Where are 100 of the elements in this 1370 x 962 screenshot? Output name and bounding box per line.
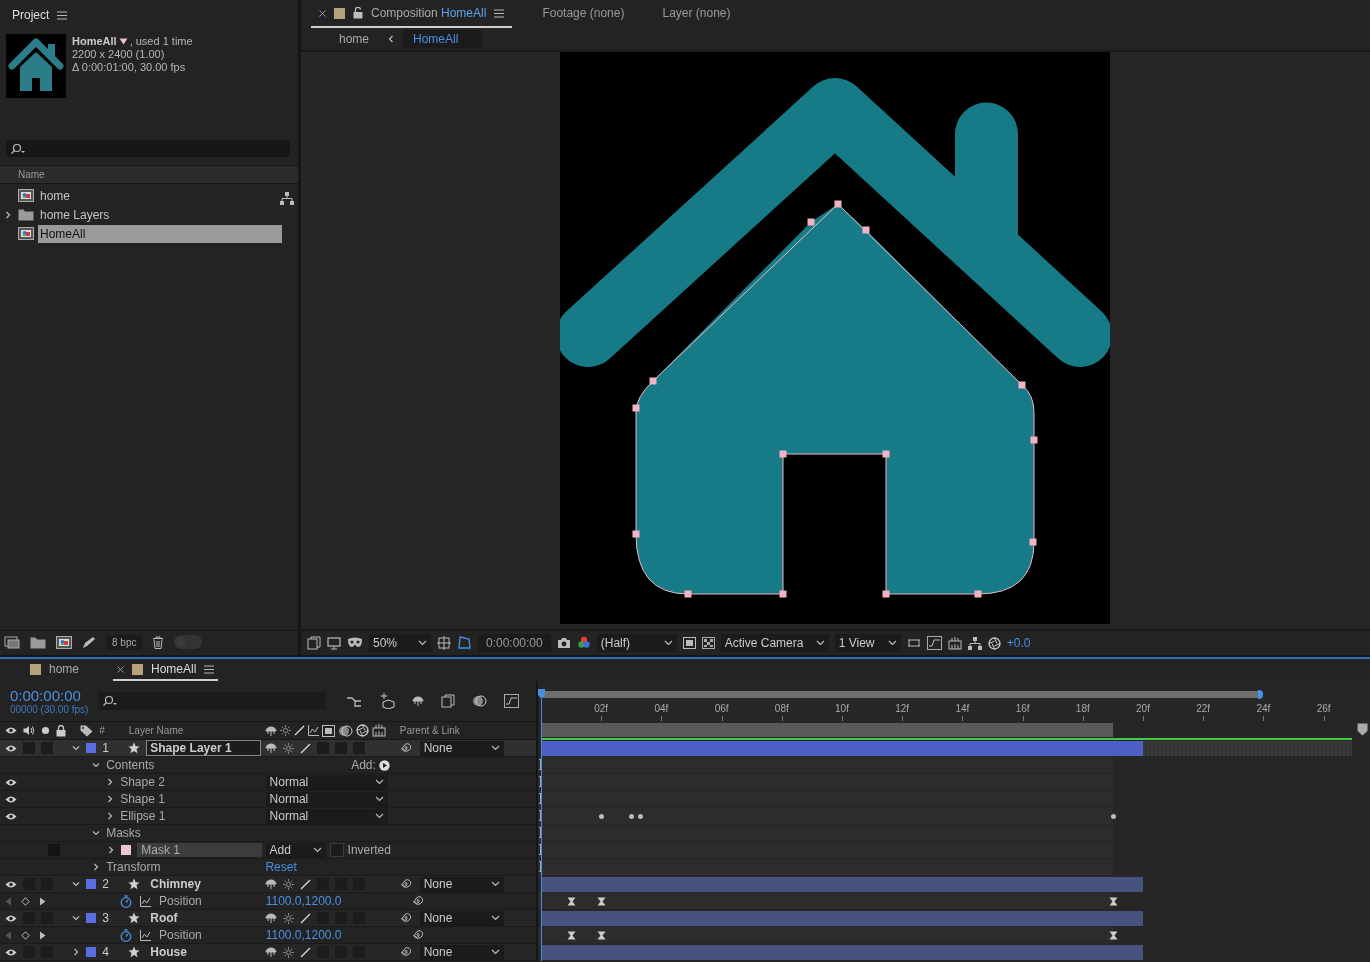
switch-icon[interactable] — [280, 725, 292, 736]
keyframe-icon[interactable] — [597, 897, 607, 906]
keyframe-icon[interactable] — [567, 931, 577, 940]
chevron-icon[interactable] — [106, 795, 115, 803]
blend-mode-dropdown[interactable]: Normal — [265, 791, 388, 807]
exposure-value[interactable]: +0.0 — [1006, 636, 1031, 650]
channel-icon[interactable] — [576, 636, 591, 650]
parent-dropdown[interactable]: None — [419, 740, 504, 756]
chevron-icon[interactable] — [92, 829, 101, 837]
menu-icon[interactable] — [494, 8, 505, 18]
layer-name[interactable]: Chimney — [146, 876, 262, 892]
pick-whip-icon[interactable] — [399, 946, 412, 958]
pick-whip-icon[interactable] — [399, 912, 412, 924]
always-preview-icon[interactable] — [307, 636, 321, 650]
panel-tab[interactable]: HomeAll — [113, 659, 219, 681]
switch-icon[interactable] — [308, 725, 320, 736]
shy-switch-icon[interactable] — [265, 912, 278, 924]
resolution-dropdown[interactable]: (Half) — [596, 634, 677, 652]
inverted-checkbox[interactable] — [329, 843, 344, 857]
column-header[interactable]: Layer Name — [128, 725, 184, 736]
shy-switch-icon[interactable] — [265, 878, 278, 890]
new-folder-icon[interactable] — [30, 635, 46, 649]
layer-name[interactable]: Shape Layer 1 — [146, 740, 262, 756]
stopwatch-icon[interactable] — [120, 894, 133, 908]
solo-icon[interactable] — [41, 726, 50, 735]
label-color[interactable] — [86, 879, 97, 889]
keyframe-icon[interactable] — [597, 931, 607, 940]
search-icon[interactable] — [10, 142, 26, 155]
close-icon[interactable] — [117, 665, 125, 673]
pick-whip-icon[interactable] — [399, 878, 412, 890]
graph-editor-icon[interactable] — [504, 694, 520, 708]
project-item[interactable]: HomeAll — [38, 224, 282, 243]
panel-tab[interactable]: home — [26, 659, 84, 681]
toggle-pixel-icon[interactable] — [906, 637, 921, 649]
work-area-handle[interactable] — [1258, 690, 1263, 699]
flowchart-icon[interactable] — [280, 192, 294, 205]
breadcrumb[interactable]: HomeAll — [403, 30, 483, 48]
chevron-icon[interactable] — [107, 846, 116, 854]
switch-icon[interactable] — [372, 724, 387, 737]
chevron-icon[interactable] — [72, 744, 81, 752]
shy-switch-icon[interactable] — [265, 742, 278, 754]
chevron-icon[interactable] — [72, 880, 81, 888]
new-composition-icon[interactable] — [56, 635, 72, 649]
chevron-icon[interactable] — [72, 948, 81, 956]
visibility-icon[interactable] — [5, 743, 17, 753]
fast-preview-icon[interactable] — [682, 637, 696, 649]
playhead-handle[interactable] — [538, 689, 545, 699]
draft-3d-icon[interactable] — [379, 693, 396, 709]
search-field[interactable] — [6, 140, 290, 157]
lock-icon[interactable] — [56, 724, 66, 737]
dropdown-icon[interactable] — [118, 38, 128, 45]
flowchart-icon[interactable] — [967, 636, 982, 650]
label-color[interactable] — [86, 743, 97, 753]
project-item[interactable]: home — [38, 186, 282, 205]
pick-whip-icon[interactable] — [399, 742, 412, 754]
zoom-dropdown[interactable]: 50% — [369, 634, 431, 652]
visibility-icon[interactable] — [5, 913, 17, 923]
bit-depth-button[interactable]: 8 bpc — [106, 634, 143, 650]
visibility-icon[interactable] — [5, 777, 17, 787]
add-keyframe-icon[interactable] — [21, 896, 30, 906]
current-time[interactable]: 0:00:00:00 — [10, 687, 89, 704]
search-icon[interactable] — [102, 695, 119, 707]
mask-mode-dropdown[interactable]: Add — [265, 842, 326, 858]
pick-whip-icon[interactable] — [411, 929, 424, 941]
layer-name[interactable]: Roof — [146, 910, 262, 926]
switch-icon[interactable] — [265, 724, 278, 737]
blend-mode-dropdown[interactable]: Normal — [265, 774, 388, 790]
fast-draft-icon[interactable] — [926, 636, 942, 650]
comp-marker-icon[interactable] — [1357, 723, 1368, 736]
project-item[interactable]: home Layers — [38, 205, 282, 224]
shy-switch-icon[interactable] — [265, 946, 278, 958]
visibility-icon[interactable] — [5, 794, 17, 804]
menu-icon[interactable] — [57, 10, 68, 20]
keyframe-icon[interactable] — [567, 897, 577, 906]
monitor-icon[interactable] — [327, 636, 341, 650]
video-icon[interactable] — [5, 726, 17, 735]
collapse-switch-icon[interactable] — [283, 946, 295, 958]
chevron-icon[interactable] — [4, 210, 12, 219]
shy-layers-icon[interactable] — [412, 695, 425, 707]
blend-mode-dropdown[interactable]: Normal — [265, 808, 388, 824]
switch-icon[interactable] — [338, 723, 354, 738]
switch-icon[interactable] — [322, 724, 336, 737]
search-field[interactable] — [98, 692, 327, 710]
mask-visibility-icon[interactable] — [347, 637, 363, 649]
column-header[interactable]: Parent & Link — [399, 725, 460, 736]
keyframe-dot[interactable] — [638, 814, 644, 819]
brush-icon[interactable] — [82, 635, 96, 649]
transparency-grid-icon[interactable] — [701, 637, 715, 649]
region-icon[interactable] — [457, 636, 472, 650]
chevron-icon[interactable] — [106, 778, 115, 786]
label-color[interactable] — [86, 913, 97, 923]
interpret-footage-icon[interactable] — [4, 635, 20, 649]
property-value[interactable]: 1100.0,1200.0 — [265, 928, 342, 942]
add-keyframe-icon[interactable] — [21, 930, 30, 940]
chevron-icon[interactable] — [92, 761, 101, 769]
chevron-icon[interactable] — [106, 812, 115, 820]
reset-link[interactable]: Reset — [265, 860, 297, 874]
keyframe-dot[interactable] — [1110, 814, 1116, 819]
stopwatch-icon[interactable] — [120, 928, 133, 942]
trash-icon[interactable] — [152, 635, 165, 649]
